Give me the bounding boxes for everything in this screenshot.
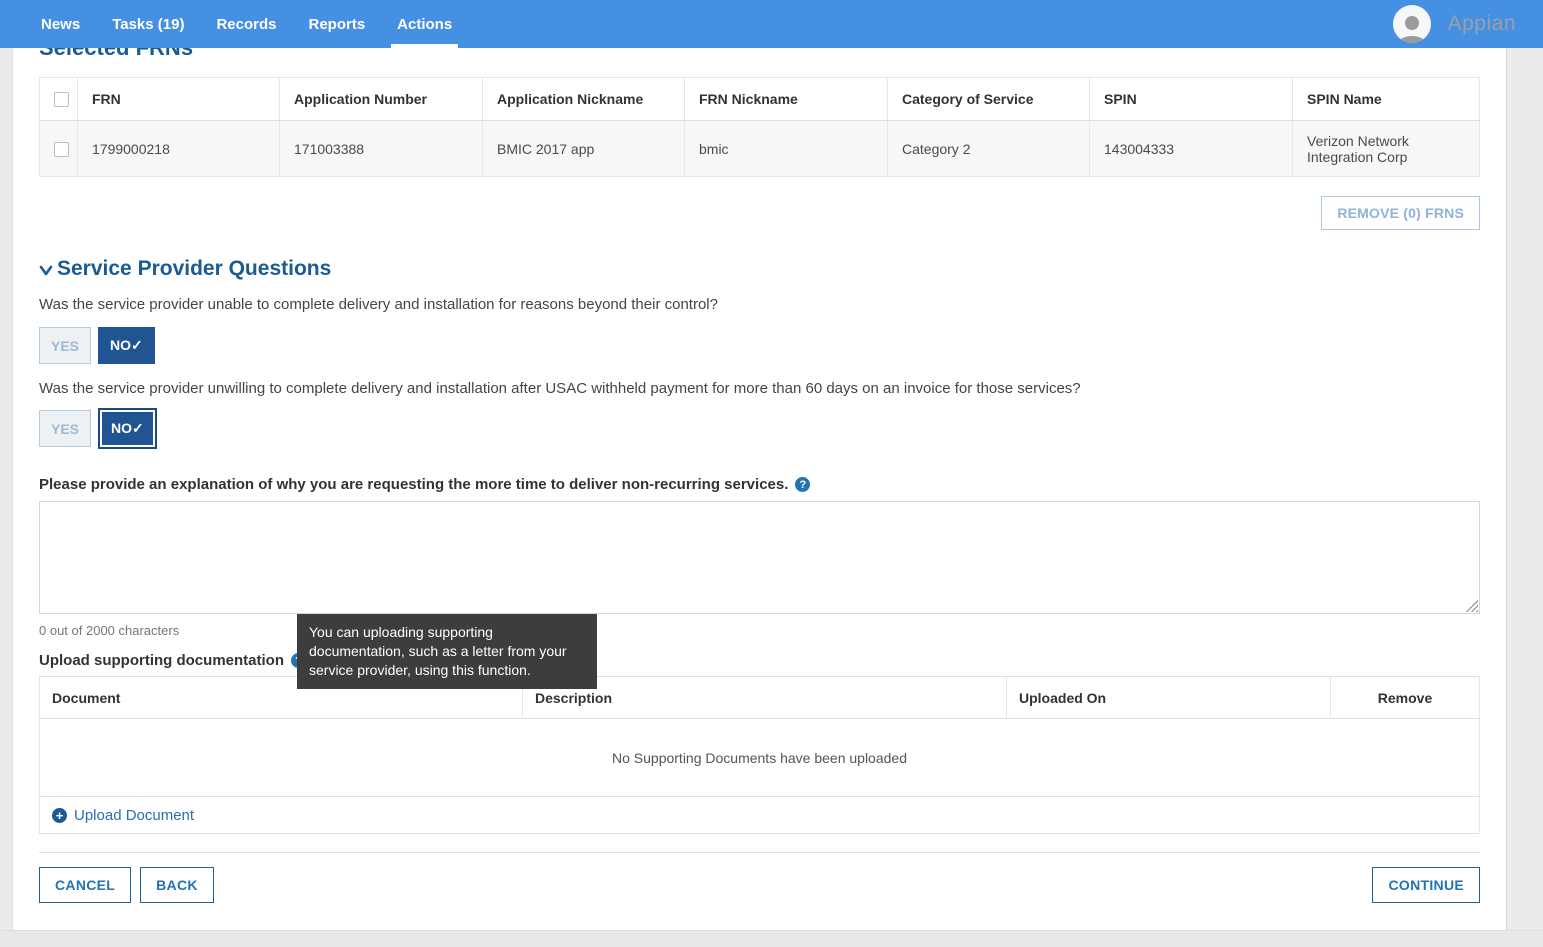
- top-navbar: News Tasks (19) Records Reports Actions …: [0, 0, 1543, 48]
- person-icon: [1398, 16, 1426, 43]
- upload-help-tooltip: You can uploading supporting documentati…: [297, 614, 597, 689]
- explanation-box: [39, 501, 1480, 614]
- nav-items: News Tasks (19) Records Reports Actions: [25, 0, 468, 48]
- documents-empty-row: No Supporting Documents have been upload…: [39, 718, 1480, 797]
- frn-table-row: 1799000218 171003388 BMIC 2017 app bmic …: [39, 120, 1480, 177]
- main-content-card: Selected FRNs FRN Application Number App…: [12, 35, 1507, 930]
- char-counter: 0 out of 2000 characters: [39, 623, 180, 638]
- question-1-toggle: YES NO✓: [39, 325, 1480, 366]
- question-2-no-button[interactable]: NO✓: [98, 408, 157, 449]
- appian-logo: Appian: [1447, 12, 1516, 35]
- cell-frn: 1799000218: [77, 120, 280, 177]
- question-1-no-button[interactable]: NO✓: [98, 327, 155, 364]
- page-footer-band: [0, 930, 1543, 947]
- col-header-spin-name: SPIN Name: [1292, 77, 1480, 121]
- remove-button-row: REMOVE (0) FRNS: [39, 196, 1480, 230]
- no-documents-message: No Supporting Documents have been upload…: [39, 718, 1480, 797]
- upload-document-label: Upload Document: [74, 806, 195, 824]
- col-header-frn: FRN: [77, 77, 280, 121]
- footer-actions: CANCEL BACK CONTINUE: [39, 867, 1480, 903]
- nav-item-tasks[interactable]: Tasks (19): [96, 0, 200, 48]
- remove-frns-button[interactable]: REMOVE (0) FRNS: [1321, 196, 1480, 230]
- row-checkbox[interactable]: [54, 141, 69, 157]
- frn-table-header-row: FRN Application Number Application Nickn…: [39, 77, 1480, 121]
- nav-item-records[interactable]: Records: [200, 0, 292, 48]
- cell-spin-name: Verizon Network Integration Corp: [1292, 120, 1480, 177]
- cell-application-number: 171003388: [279, 120, 483, 177]
- documents-table-header-row: Document Description Uploaded On Remove: [39, 676, 1480, 719]
- col-header-category-of-service: Category of Service: [887, 77, 1090, 121]
- service-provider-questions-heading[interactable]: Service Provider Questions: [39, 257, 1480, 281]
- continue-button[interactable]: CONTINUE: [1372, 867, 1480, 903]
- col-header-frn-nickname: FRN Nickname: [684, 77, 888, 121]
- chevron-down-icon: [39, 265, 53, 275]
- question-2-toggle: YES NO✓: [39, 408, 1480, 449]
- cancel-button[interactable]: CANCEL: [39, 867, 132, 903]
- documents-table: Document Description Uploaded On Remove …: [39, 676, 1480, 834]
- nav-item-reports[interactable]: Reports: [292, 0, 381, 48]
- user-avatar[interactable]: [1392, 5, 1431, 43]
- explanation-label-row: Please provide an explanation of why you…: [39, 476, 1480, 493]
- question-1-text: Was the service provider unable to compl…: [39, 296, 718, 313]
- col-header-spin: SPIN: [1089, 77, 1293, 121]
- col-header-uploaded-on: Uploaded On: [1006, 676, 1331, 719]
- upload-document-link[interactable]: + Upload Document: [52, 807, 194, 824]
- explanation-label: Please provide an explanation of why you…: [39, 476, 789, 493]
- col-header-remove: Remove: [1330, 676, 1480, 719]
- upload-documentation-label: Upload supporting documentation: [39, 652, 284, 669]
- upload-document-row: + Upload Document: [39, 796, 1480, 834]
- nav-item-actions[interactable]: Actions: [381, 0, 468, 48]
- section-title-label: Service Provider Questions: [57, 257, 332, 280]
- upload-label-row: Upload supporting documentation ?: [39, 652, 1480, 669]
- cell-frn-nickname: bmic: [684, 120, 888, 177]
- cell-application-nickname: BMIC 2017 app: [482, 120, 685, 177]
- question-2-yes-button[interactable]: YES: [39, 410, 92, 447]
- back-button[interactable]: BACK: [140, 867, 214, 903]
- plus-circle-icon: +: [52, 807, 67, 823]
- nav-item-news[interactable]: News: [25, 0, 96, 48]
- cell-spin: 143004333: [1089, 120, 1293, 177]
- explanation-textarea[interactable]: [39, 501, 1480, 614]
- question-1-yes-button[interactable]: YES: [39, 327, 92, 364]
- col-header-application-number: Application Number: [279, 77, 483, 121]
- nav-right: Appian: [1392, 5, 1543, 43]
- footer-divider: [39, 852, 1480, 853]
- select-all-checkbox[interactable]: [54, 92, 69, 108]
- col-header-application-nickname: Application Nickname: [482, 77, 685, 121]
- question-2-text: Was the service provider unwilling to co…: [39, 380, 1081, 397]
- frn-table: FRN Application Number Application Nickn…: [39, 77, 1480, 177]
- explanation-help-icon[interactable]: ?: [795, 477, 811, 492]
- cell-category-of-service: Category 2: [887, 120, 1090, 177]
